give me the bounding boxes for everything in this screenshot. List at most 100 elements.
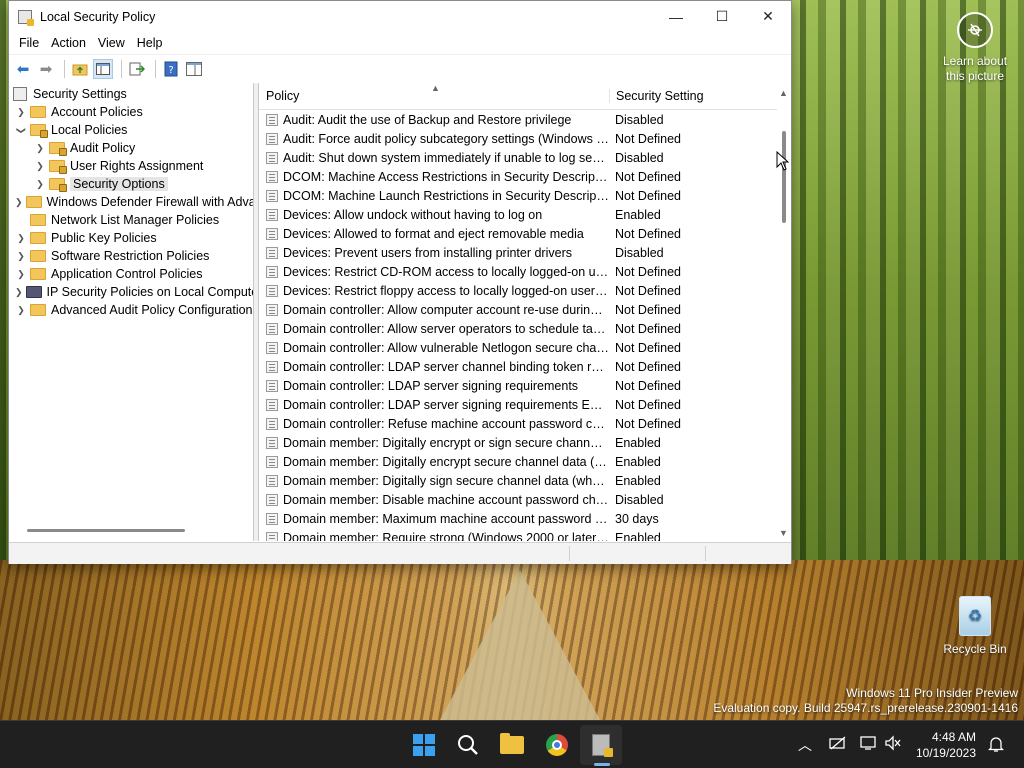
chevron-right-icon[interactable]: ❯	[34, 179, 46, 190]
table-row[interactable]: Domain controller: LDAP server channel b…	[259, 357, 791, 376]
tree-item-public-key-policies[interactable]: ❯ Public Key Policies	[9, 229, 253, 247]
table-row[interactable]: Domain member: Digitally sign secure cha…	[259, 471, 791, 490]
navigation-tree[interactable]: Security Settings ❯ Account Policies ❯ L…	[9, 83, 254, 541]
volume-muted-icon[interactable]	[884, 735, 902, 754]
scroll-up-arrow-icon[interactable]: ▲	[779, 88, 788, 98]
tree-item-local-policies[interactable]: ❯ Local Policies	[9, 121, 253, 139]
chevron-right-icon[interactable]: ❯	[15, 269, 27, 280]
table-row[interactable]: Domain controller: LDAP server signing r…	[259, 395, 791, 414]
tree-item-security-options[interactable]: ❯ Security Options	[9, 175, 253, 193]
policy-name: Domain member: Digitally encrypt secure …	[283, 454, 609, 469]
policy-list[interactable]: ▲ Policy Security Setting Audit: Audit t…	[258, 83, 791, 541]
notification-bell-icon[interactable]	[987, 735, 1005, 756]
search-icon[interactable]	[456, 733, 480, 757]
policy-name: Devices: Restrict floppy access to local…	[283, 283, 609, 298]
security-policy-taskbar-icon[interactable]	[589, 733, 613, 757]
table-row[interactable]: Devices: Prevent users from installing p…	[259, 243, 791, 262]
menu-help[interactable]: Help	[131, 36, 169, 50]
display-icon[interactable]	[860, 735, 878, 754]
menu-view[interactable]: View	[92, 36, 131, 50]
tree-item-software-restriction[interactable]: ❯ Software Restriction Policies	[9, 247, 253, 265]
table-row[interactable]: Devices: Restrict floppy access to local…	[259, 281, 791, 300]
back-arrow-icon[interactable]: ⬅	[13, 59, 33, 79]
local-security-policy-window: Local Security Policy — ☐ ✕ File Action …	[8, 0, 792, 564]
tree-item-application-control[interactable]: ❯ Application Control Policies	[9, 265, 253, 283]
chevron-down-icon[interactable]: ❯	[16, 124, 27, 136]
tree-item-network-list-manager[interactable]: Network List Manager Policies	[9, 211, 253, 229]
chevron-right-icon[interactable]: ❯	[15, 107, 27, 118]
start-windows-icon[interactable]	[412, 733, 436, 757]
policy-cell: Domain controller: LDAP server signing r…	[259, 398, 609, 412]
table-row[interactable]: Domain member: Digitally encrypt secure …	[259, 452, 791, 471]
table-row[interactable]: Domain controller: Allow server operator…	[259, 319, 791, 338]
table-row[interactable]: Domain member: Disable machine account p…	[259, 490, 791, 509]
tree-item-windows-defender-firewall[interactable]: ❯ Windows Defender Firewall with Adva	[9, 193, 253, 211]
chevron-right-icon[interactable]: ❯	[15, 197, 23, 208]
evaluation-watermark: Windows 11 Pro Insider Preview Evaluatio…	[713, 686, 1018, 716]
table-row[interactable]: Domain controller: Refuse machine accoun…	[259, 414, 791, 433]
chevron-right-icon[interactable]: ❯	[34, 161, 46, 172]
policy-cell: Domain member: Digitally encrypt secure …	[259, 455, 609, 469]
chevron-right-icon[interactable]: ❯	[15, 305, 27, 316]
chevron-right-icon[interactable]: ❯	[15, 233, 27, 244]
table-row[interactable]: Domain controller: LDAP server signing r…	[259, 376, 791, 395]
clock-date: 10/19/2023	[915, 746, 976, 760]
policy-item-icon	[266, 512, 278, 525]
policy-cell: Devices: Restrict CD-ROM access to local…	[259, 265, 609, 279]
tree-item-audit-policy[interactable]: ❯ Audit Policy	[9, 139, 253, 157]
export-list-icon[interactable]	[127, 59, 147, 79]
table-row[interactable]: Domain controller: Allow computer accoun…	[259, 300, 791, 319]
tree-item-user-rights-assignment[interactable]: ❯ User Rights Assignment	[9, 157, 253, 175]
table-row[interactable]: Domain controller: Allow vulnerable Netl…	[259, 338, 791, 357]
chrome-icon[interactable]	[545, 733, 569, 757]
close-button[interactable]: ✕	[745, 1, 791, 32]
folder-icon	[25, 196, 42, 208]
policy-name: Domain member: Require strong (Windows 2…	[283, 530, 609, 542]
table-row[interactable]: Domain member: Digitally encrypt or sign…	[259, 433, 791, 452]
scrollbar-thumb[interactable]	[782, 131, 786, 223]
file-explorer-icon[interactable]	[500, 733, 524, 757]
table-row[interactable]: Audit: Shut down system immediately if u…	[259, 148, 791, 167]
table-row[interactable]: DCOM: Machine Launch Restrictions in Sec…	[259, 186, 791, 205]
chevron-right-icon[interactable]: ❯	[34, 143, 46, 154]
help-icon[interactable]: ?	[161, 59, 181, 79]
policy-cell: Devices: Allowed to format and eject rem…	[259, 227, 609, 241]
system-clock[interactable]: 4:48 AM 10/19/2023	[906, 729, 976, 761]
up-folder-icon[interactable]	[70, 59, 90, 79]
column-header-security-setting[interactable]: Security Setting	[609, 89, 759, 103]
table-row[interactable]: Domain member: Maximum machine account p…	[259, 509, 791, 528]
learn-about-picture[interactable]: Learn about this picture	[938, 12, 1012, 84]
menu-action[interactable]: Action	[45, 36, 92, 50]
content-area: Security Settings ❯ Account Policies ❯ L…	[9, 83, 791, 541]
table-row[interactable]: Devices: Allow undock without having to …	[259, 205, 791, 224]
tree-item-advanced-audit[interactable]: ❯ Advanced Audit Policy Configuration	[9, 301, 253, 319]
tree-horizontal-scrollbar[interactable]	[27, 529, 185, 532]
tree-item-account-policies[interactable]: ❯ Account Policies	[9, 103, 253, 121]
policy-item-icon	[266, 170, 278, 183]
policy-item-icon	[266, 132, 278, 145]
chevron-right-icon[interactable]: ❯	[15, 287, 23, 298]
scroll-down-arrow-icon[interactable]: ▼	[779, 528, 788, 538]
title-bar[interactable]: Local Security Policy — ☐ ✕	[9, 1, 791, 32]
chevron-right-icon[interactable]: ❯	[15, 251, 27, 262]
tree-root-security-settings[interactable]: Security Settings	[9, 85, 253, 103]
table-row[interactable]: Audit: Audit the use of Backup and Resto…	[259, 110, 791, 129]
minimize-button[interactable]: —	[653, 1, 699, 32]
menu-file[interactable]: File	[13, 36, 45, 50]
chevron-up-icon[interactable]: ︿	[798, 735, 812, 755]
security-setting-value: Enabled	[615, 207, 661, 222]
table-row[interactable]: Devices: Allowed to format and eject rem…	[259, 224, 791, 243]
forward-arrow-icon[interactable]: ➡	[36, 59, 56, 79]
table-row[interactable]: Audit: Force audit policy subcategory se…	[259, 129, 791, 148]
svg-text:?: ?	[168, 65, 173, 76]
status-bar	[9, 542, 791, 564]
maximize-button[interactable]: ☐	[699, 1, 745, 32]
show-hide-tree-icon[interactable]	[93, 59, 113, 79]
properties-pane-icon[interactable]	[184, 59, 204, 79]
network-offline-icon[interactable]	[829, 735, 847, 754]
tree-item-ip-security-policies[interactable]: ❯ IP Security Policies on Local Compute	[9, 283, 253, 301]
recycle-bin[interactable]: ♻ Recycle Bin	[938, 596, 1012, 656]
table-row[interactable]: Devices: Restrict CD-ROM access to local…	[259, 262, 791, 281]
table-row[interactable]: Domain member: Require strong (Windows 2…	[259, 528, 791, 541]
table-row[interactable]: DCOM: Machine Access Restrictions in Sec…	[259, 167, 791, 186]
